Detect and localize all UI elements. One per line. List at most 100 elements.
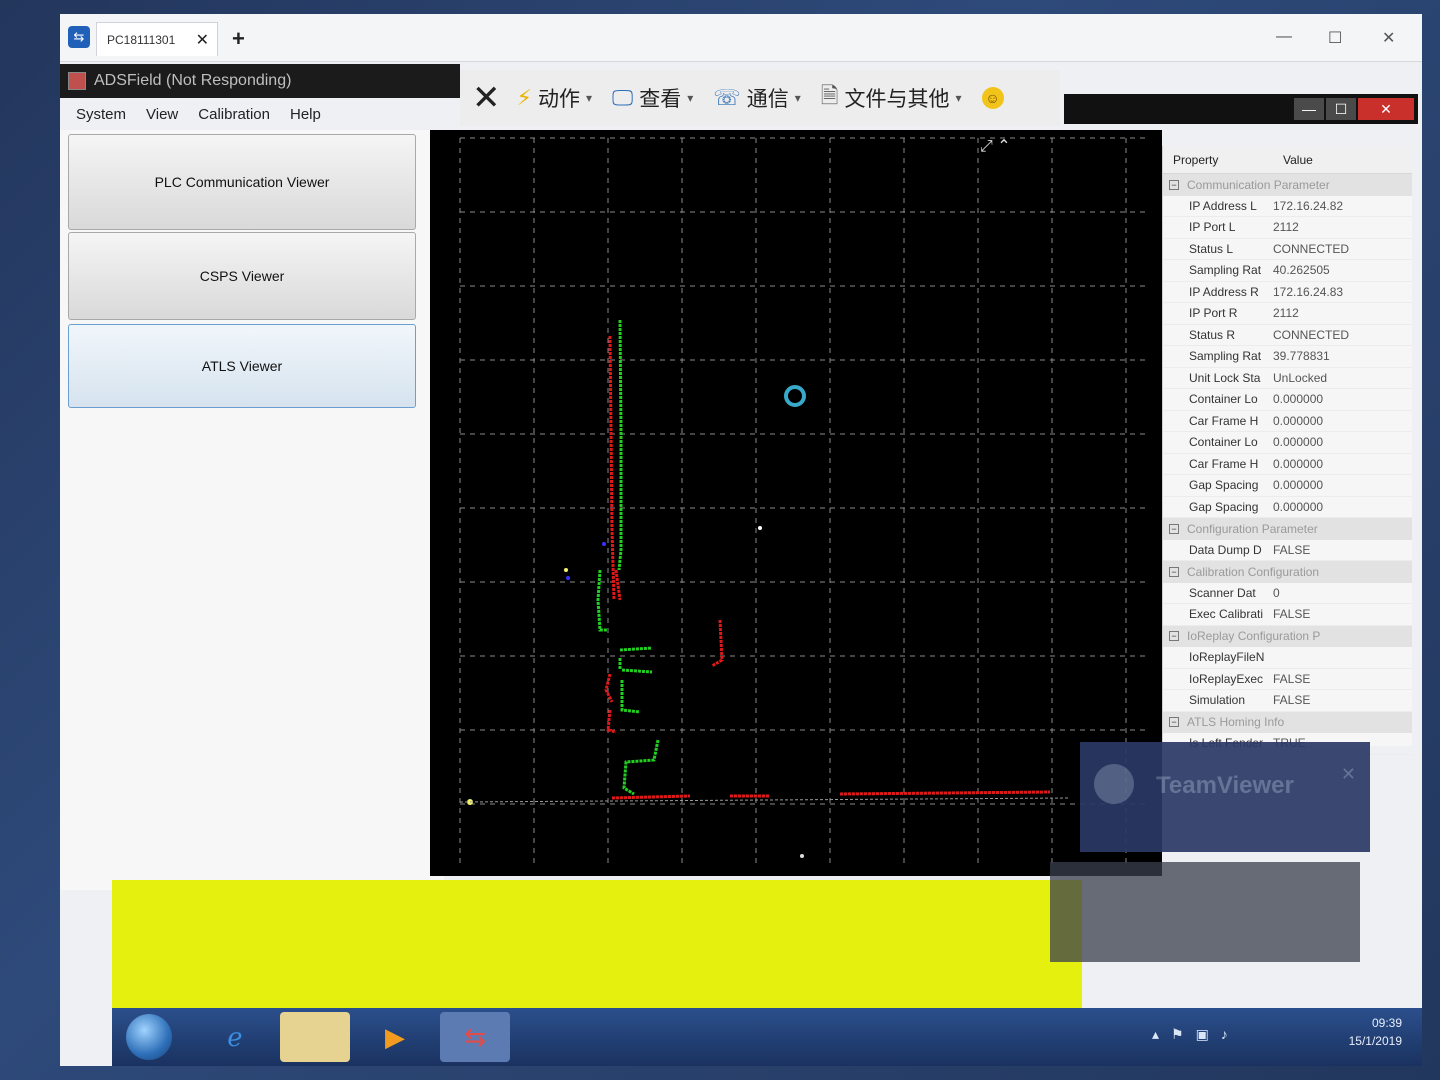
toolbar-actions-label: 动作: [537, 88, 580, 111]
menu-calibration[interactable]: Calibration: [198, 106, 270, 123]
property-value: 0.000000: [1273, 435, 1324, 450]
remote-maximize-icon[interactable]: ☐: [1326, 98, 1356, 120]
property-key: Gap Spacing: [1189, 499, 1259, 514]
property-row[interactable]: Scanner Dat 0: [1163, 583, 1412, 604]
property-value: 2112: [1273, 306, 1299, 321]
property-row[interactable]: IP Address R 172.16.24.83: [1163, 282, 1412, 303]
property-row[interactable]: Car Frame H 0.000000: [1163, 454, 1412, 475]
property-row[interactable]: Gap Spacing 0.000000: [1163, 497, 1412, 518]
scan-plot[interactable]: ⤢ ⌃: [430, 130, 1162, 876]
add-tab-icon[interactable]: +: [232, 26, 245, 52]
property-row[interactable]: Sampling Rat 39.778831: [1163, 346, 1412, 368]
property-row[interactable]: Simulation FALSE: [1163, 690, 1412, 712]
scan-trace: [614, 569, 622, 601]
chevron-up-icon[interactable]: ⤢ ⌃: [980, 136, 1011, 156]
remote-close-icon[interactable]: ✕: [1358, 98, 1414, 120]
property-grid[interactable]: Property Value − Communication Parameter I…: [1162, 146, 1412, 755]
property-row[interactable]: IP Port L 2112: [1163, 217, 1412, 239]
csps-viewer-button[interactable]: CSPS Viewer: [68, 232, 416, 320]
scan-points: [564, 319, 1051, 858]
property-row[interactable]: IoReplayFileN: [1163, 647, 1412, 669]
toolbar-communication[interactable]: ☏ 通信 ▾: [713, 83, 801, 113]
category-name: ATLS Homing Info: [1187, 715, 1285, 730]
scan-trace: [608, 335, 616, 601]
property-value: FALSE: [1273, 671, 1311, 686]
toolbar-files[interactable]: 🗎 文件与其他 ▾: [821, 79, 962, 117]
property-value: FALSE: [1273, 607, 1311, 622]
plc-communication-viewer-button[interactable]: PLC Communication Viewer: [68, 134, 416, 230]
teamviewer-logo-icon: ⇆: [68, 26, 90, 48]
property-value: 40.262505: [1273, 263, 1330, 278]
menu-system[interactable]: System: [76, 106, 126, 123]
folder-icon[interactable]: [280, 1012, 350, 1062]
header-property: Property: [1173, 152, 1219, 167]
teamviewer-panel[interactable]: TeamViewer ✕: [1080, 742, 1370, 852]
feedback-smiley-icon[interactable]: ☺: [981, 87, 1004, 109]
remote-minimize-icon[interactable]: —: [1294, 98, 1324, 120]
lightning-icon: ⚡: [516, 85, 532, 110]
tab-pc18111301[interactable]: PC18111301 ✕: [96, 22, 218, 56]
clock[interactable]: 09:39 15/1/2019: [1349, 1014, 1402, 1050]
property-category[interactable]: − Calibration Configuration: [1163, 561, 1412, 583]
property-key: Unit Lock Sta: [1189, 370, 1261, 385]
property-row[interactable]: Unit Lock Sta UnLocked: [1163, 368, 1412, 389]
property-row[interactable]: IP Address L 172.16.24.82: [1163, 196, 1412, 217]
collapse-icon[interactable]: −: [1169, 523, 1179, 534]
scan-trace: [606, 709, 617, 734]
teamviewer-panel-close-icon[interactable]: ✕: [1341, 764, 1356, 785]
property-row[interactable]: Container Lo 0.000000: [1163, 432, 1412, 454]
property-value: 172.16.24.83: [1273, 284, 1344, 299]
teamviewer-taskbar-icon[interactable]: ⇆: [440, 1012, 510, 1062]
property-category[interactable]: − ATLS Homing Info: [1163, 711, 1412, 733]
category-name: Calibration Configuration: [1187, 564, 1320, 579]
property-row[interactable]: IoReplayExec FALSE: [1163, 669, 1412, 690]
header-value: Value: [1283, 152, 1313, 167]
close-session-icon[interactable]: ✕: [472, 78, 501, 118]
property-key: Gap Spacing: [1189, 478, 1259, 493]
teamviewer-tabstrip: ⇆ PC18111301 ✕ + — ☐ ✕: [60, 14, 1422, 62]
toolbar-view[interactable]: 🖵 查看 ▾: [612, 83, 693, 113]
teamviewer-session-list: [1050, 862, 1360, 962]
property-row[interactable]: Exec Calibrati FALSE: [1163, 604, 1412, 626]
property-value: 0.000000: [1273, 456, 1324, 471]
collapse-icon[interactable]: −: [1169, 631, 1179, 642]
scan-point: [602, 542, 606, 546]
tab-close-icon[interactable]: ✕: [196, 30, 209, 50]
property-row[interactable]: Sampling Rat 40.262505: [1163, 260, 1412, 282]
property-category[interactable]: − Configuration Parameter: [1163, 518, 1412, 540]
property-row[interactable]: Gap Spacing 0.000000: [1163, 475, 1412, 497]
property-key: Status R: [1189, 327, 1236, 342]
menu-help[interactable]: Help: [290, 106, 321, 123]
collapse-icon[interactable]: −: [1169, 717, 1179, 728]
minimize-icon[interactable]: —: [1276, 28, 1292, 46]
start-button[interactable]: [126, 1014, 172, 1060]
property-key: Car Frame H: [1189, 413, 1259, 428]
property-row[interactable]: IP Port R 2112: [1163, 303, 1412, 325]
property-key: IoReplayFileN: [1189, 650, 1265, 665]
property-value: FALSE: [1273, 693, 1311, 708]
property-value: CONNECTED: [1273, 327, 1350, 342]
property-key: IP Port R: [1189, 306, 1238, 321]
property-category[interactable]: − Communication Parameter: [1163, 174, 1412, 196]
media-player-icon[interactable]: ▶: [360, 1012, 430, 1062]
scan-trace: [618, 646, 653, 674]
maximize-icon[interactable]: ☐: [1328, 28, 1342, 48]
collapse-icon[interactable]: −: [1169, 179, 1179, 190]
property-row[interactable]: Container Lo 0.000000: [1163, 389, 1412, 411]
property-row[interactable]: Status R CONNECTED: [1163, 325, 1412, 346]
menu-view[interactable]: View: [146, 106, 178, 123]
close-window-icon[interactable]: ✕: [1382, 28, 1395, 48]
property-row[interactable]: Data Dump D FALSE: [1163, 540, 1412, 561]
tray-icons[interactable]: ▴⚑▣♪: [1152, 1026, 1240, 1043]
property-key: Status L: [1189, 241, 1234, 256]
atls-viewer-button[interactable]: ATLS Viewer: [68, 324, 416, 408]
scan-trace: [596, 569, 608, 632]
internet-explorer-icon[interactable]: ℯ: [200, 1012, 270, 1062]
property-row[interactable]: Car Frame H 0.000000: [1163, 411, 1412, 432]
property-category[interactable]: − IoReplay Configuration P: [1163, 625, 1412, 647]
status-area: [112, 880, 1082, 1008]
property-row[interactable]: Status L CONNECTED: [1163, 239, 1412, 260]
collapse-icon[interactable]: −: [1169, 566, 1179, 577]
scan-trace: [617, 319, 623, 571]
toolbar-actions[interactable]: ⚡ 动作 ▾: [517, 83, 592, 113]
